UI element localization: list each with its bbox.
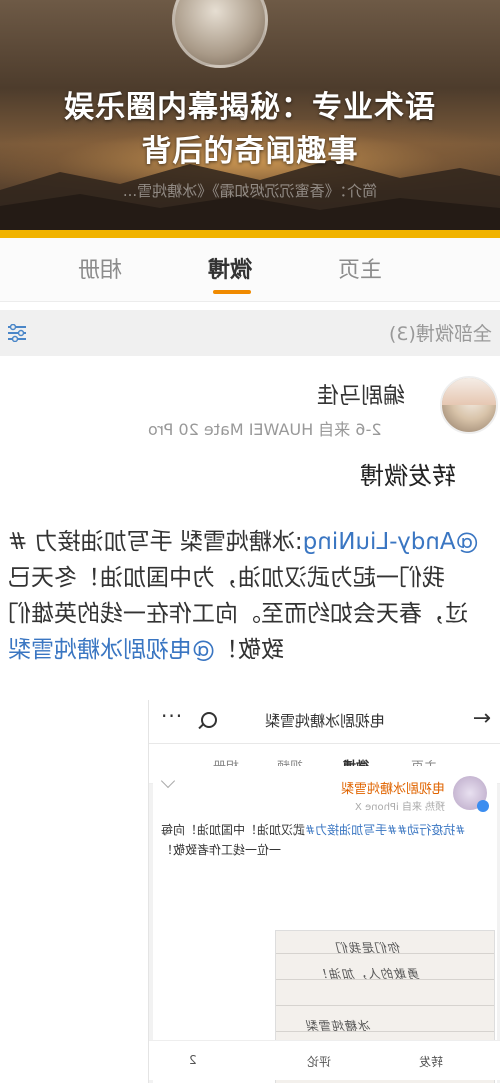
handwriting-line-1: 你们是我们 bbox=[336, 941, 402, 955]
all-weibo-count[interactable]: 全部微博(3) bbox=[389, 319, 492, 346]
embedded-meta: 预热 来自 iPhone X bbox=[354, 802, 445, 813]
search-icon[interactable] bbox=[201, 712, 217, 728]
like-button[interactable]: 2 bbox=[189, 1053, 197, 1067]
all-weibo-bar: 全部微博(3) bbox=[0, 310, 500, 356]
post-meta: 2-6 来自 HUAWEI Mate 20 Pro bbox=[148, 420, 382, 439]
profile-avatar[interactable] bbox=[172, 0, 268, 68]
chevron-down-icon[interactable] bbox=[160, 773, 176, 789]
hashtag-link[interactable]: #抗疫行动##手写加油接力# bbox=[305, 823, 465, 837]
mention-andy-liuning[interactable]: @Andy-LiuNing bbox=[303, 529, 479, 555]
author-avatar[interactable] bbox=[440, 376, 498, 434]
post-text-line-2: 我们一起为武汉加油，为中国加油！冬天已 bbox=[8, 565, 445, 591]
repost-label: 转发微博 bbox=[360, 462, 456, 490]
embedded-action-bar: 转发 评论 2 bbox=[149, 1040, 500, 1080]
filter-icon[interactable] bbox=[6, 324, 28, 342]
tab-home[interactable]: 主页 bbox=[338, 252, 382, 284]
active-tab-indicator bbox=[213, 290, 251, 294]
repost-button[interactable]: 转发 bbox=[419, 1053, 443, 1070]
comment-button[interactable]: 评论 bbox=[307, 1053, 331, 1070]
handwriting-signature: 冰糖炖雪梨 bbox=[306, 1019, 372, 1033]
tab-weibo[interactable]: 微博 bbox=[208, 252, 252, 284]
accent-divider bbox=[0, 230, 500, 238]
hero-banner: 娱乐圈内幕揭秘：专业术语 背后的奇闻趣事 简介：《香蜜沉沉烬如霜》《冰糖炖雪..… bbox=[0, 0, 500, 232]
verified-badge-icon bbox=[477, 800, 489, 812]
title-line-1: 娱乐圈内幕揭秘：专业术语 bbox=[64, 90, 436, 125]
embedded-screenshot[interactable]: → 电视剧冰糖炖雪梨 ··· 主页 微博 视频 相册 电视剧冰糖炖雪梨 预热 来… bbox=[148, 700, 500, 1083]
embedded-text-line-1: #抗疫行动##手写加油接力#武汉加油！中国加油！向每 bbox=[161, 823, 466, 837]
embedded-post-card: 电视剧冰糖炖雪梨 预热 来自 iPhone X #抗疫行动##手写加油接力#武汉… bbox=[153, 766, 497, 1083]
mention-drama[interactable]: @电视剧冰糖炖雪梨 bbox=[8, 637, 215, 663]
more-icon[interactable]: ··· bbox=[161, 704, 183, 728]
handwriting-line-2: 勇敢的人，加油！ bbox=[316, 967, 421, 981]
title-line-2: 背后的奇闻趣事 bbox=[141, 134, 359, 169]
embedded-nav-bar: → 电视剧冰糖炖雪梨 ··· bbox=[149, 700, 500, 744]
post-text-line-4: 致敬！@电视剧冰糖炖雪梨 bbox=[8, 637, 284, 663]
profile-intro: 简介：《香蜜沉沉烬如霜》《冰糖炖雪... bbox=[122, 182, 378, 200]
article-title: 娱乐圈内幕揭秘：专业术语 背后的奇闻趣事 bbox=[0, 86, 500, 174]
post-author[interactable]: 编剧马佳 bbox=[317, 378, 405, 410]
tab-album[interactable]: 相册 bbox=[78, 252, 122, 284]
post-text-line-1: @Andy-LiuNing:冰糖炖雪梨 手写加油接力 # bbox=[8, 529, 479, 555]
profile-tabs: 主页 微博 相册 bbox=[0, 238, 500, 302]
post-text-line-3: 过，春天会如约而至。向工作在一线的英雄们 bbox=[8, 601, 468, 627]
embedded-text-line-2: 一位一线工作者致敬！ bbox=[161, 843, 282, 857]
embedded-author[interactable]: 电视剧冰糖炖雪梨 bbox=[341, 778, 445, 797]
